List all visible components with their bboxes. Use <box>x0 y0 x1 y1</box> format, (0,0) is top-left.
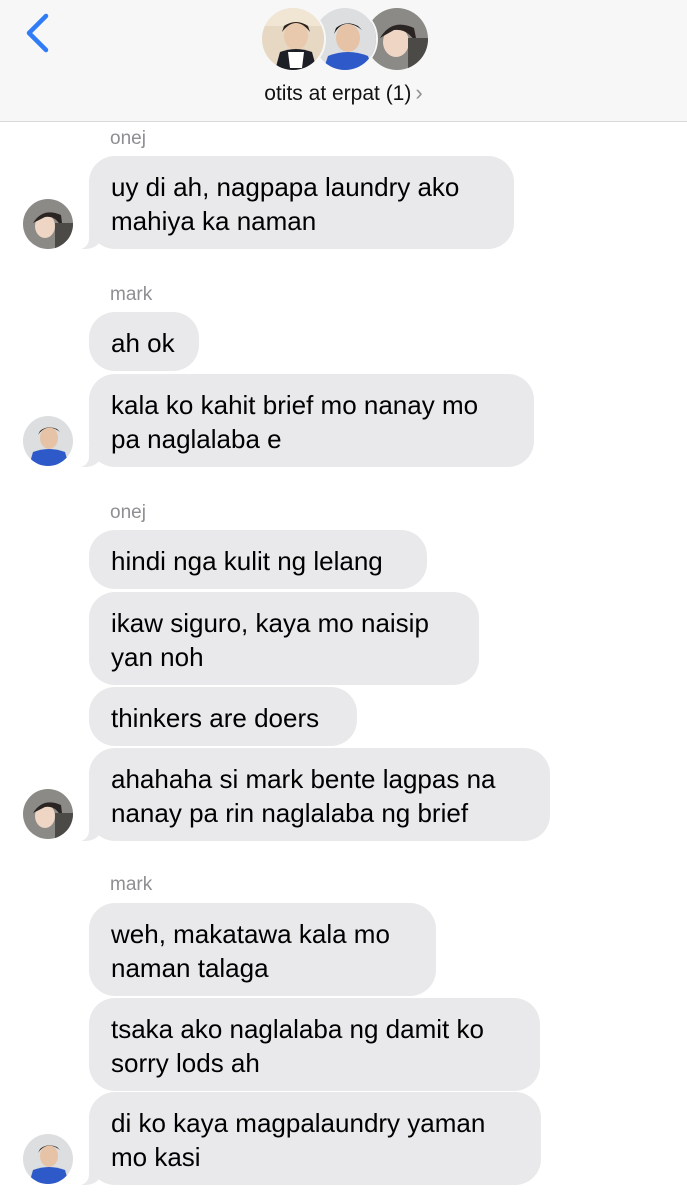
avatar-onej[interactable] <box>23 199 73 249</box>
group-avatars[interactable] <box>260 6 430 74</box>
message-bubble[interactable]: tsaka ako naglalaba ng damit ko sorry lo… <box>89 998 540 1091</box>
sender-name: mark <box>110 874 153 895</box>
message-bubble[interactable]: kala ko kahit brief mo nanay mo pa nagla… <box>79 374 534 467</box>
sender-name: mark <box>110 284 153 305</box>
chevron-left-icon[interactable] <box>18 10 58 56</box>
message-bubble[interactable]: hindi nga kulit ng lelang <box>89 530 427 589</box>
message-bubble[interactable]: di ko kaya magpalaundry yaman mo kasi <box>79 1092 541 1185</box>
sender-name: onej <box>110 128 146 149</box>
message-bubble[interactable]: weh, makatawa kala mo naman talaga <box>89 903 436 996</box>
sender-name: onej <box>110 502 146 523</box>
avatar-mark[interactable] <box>23 1134 73 1184</box>
message-bubble[interactable]: thinkers are doers <box>89 687 357 746</box>
message-bubble[interactable]: uy di ah, nagpapa laundry ako mahiya ka … <box>79 156 514 249</box>
group-avatar-1 <box>260 6 326 72</box>
conversation-title[interactable]: otits at erpat (1) › <box>0 80 687 106</box>
conversation-header: otits at erpat (1) › <box>0 0 687 122</box>
conversation-title-text: otits at erpat (1) <box>264 82 412 105</box>
chevron-right-icon: › <box>415 80 423 105</box>
message-bubble[interactable]: ikaw siguro, kaya mo naisip yan noh <box>89 592 479 685</box>
avatar-mark[interactable] <box>23 416 73 466</box>
avatar-onej[interactable] <box>23 789 73 839</box>
message-bubble[interactable]: ah ok <box>89 312 199 371</box>
message-bubble[interactable]: ahahaha si mark bente lagpas na nanay pa… <box>79 748 550 841</box>
